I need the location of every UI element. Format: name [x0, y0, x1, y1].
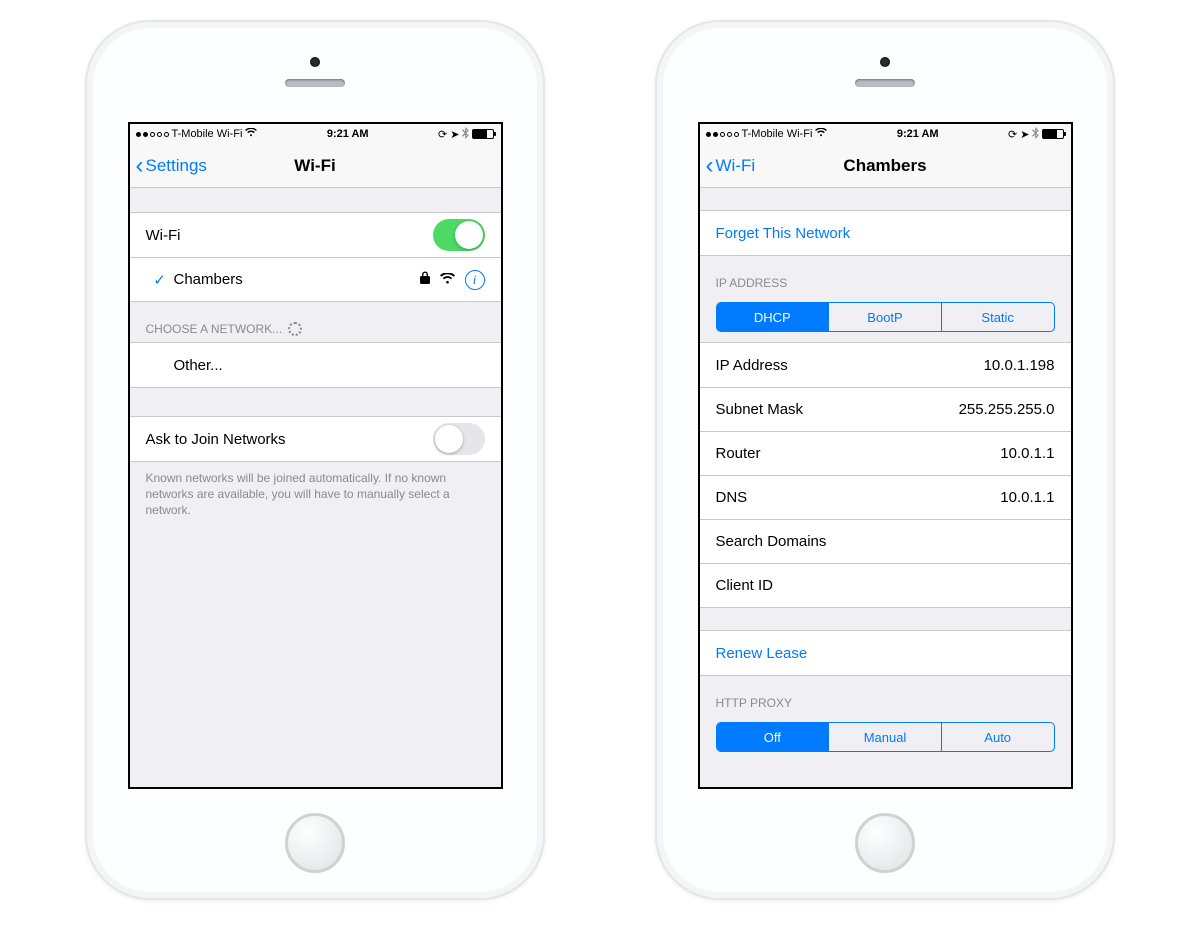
rotation-lock-icon: ⟳: [438, 128, 447, 141]
lock-icon: [420, 271, 430, 288]
router-label: Router: [716, 445, 1001, 462]
front-camera: [880, 57, 890, 67]
phone-top: [285, 22, 345, 122]
seg-proxy-auto[interactable]: Auto: [941, 723, 1054, 751]
forget-network-button[interactable]: Forget This Network: [700, 211, 1071, 255]
clock: 9:21 AM: [327, 128, 369, 140]
seg-static[interactable]: Static: [941, 303, 1054, 331]
other-network-row[interactable]: Other...: [130, 343, 501, 387]
location-icon: ➤: [450, 128, 459, 141]
bluetooth-icon: [462, 127, 469, 142]
status-bar: T-Mobile Wi-Fi 9:21 AM ⟳ ➤: [700, 124, 1071, 144]
other-label: Other...: [146, 357, 485, 374]
speaker: [285, 79, 345, 87]
signal-dots-icon: [136, 132, 169, 137]
wifi-icon: [815, 128, 827, 140]
wifi-group: Wi-Fi ✓ Chambers i: [130, 212, 501, 302]
subnet-mask-row[interactable]: Subnet Mask 255.255.255.0: [700, 387, 1071, 431]
forget-group: Forget This Network: [700, 210, 1071, 256]
status-right: ⟳ ➤: [1008, 127, 1064, 142]
ip-address-label: IP Address: [716, 357, 984, 374]
location-icon: ➤: [1020, 128, 1029, 141]
ip-mode-segmented[interactable]: DHCP BootP Static: [716, 302, 1055, 332]
dns-value: 10.0.1.1: [1000, 489, 1054, 506]
phone-right: T-Mobile Wi-Fi 9:21 AM ⟳ ➤ ‹ Wi-Fi Chamb…: [655, 20, 1115, 900]
ask-to-join-row[interactable]: Ask to Join Networks: [130, 417, 501, 461]
status-bar: T-Mobile Wi-Fi 9:21 AM ⟳ ➤: [130, 124, 501, 144]
forget-label: Forget This Network: [716, 225, 1055, 242]
connected-network-row[interactable]: ✓ Chambers i: [130, 257, 501, 301]
wifi-switch[interactable]: [433, 219, 485, 251]
status-right: ⟳ ➤: [438, 127, 494, 142]
seg-proxy-off[interactable]: Off: [717, 723, 829, 751]
back-button[interactable]: ‹ Settings: [130, 154, 207, 178]
wifi-toggle-row[interactable]: Wi-Fi: [130, 213, 501, 257]
speaker: [855, 79, 915, 87]
search-domains-row[interactable]: Search Domains: [700, 519, 1071, 563]
home-button[interactable]: [855, 813, 915, 873]
dns-row[interactable]: DNS 10.0.1.1: [700, 475, 1071, 519]
back-button[interactable]: ‹ Wi-Fi: [700, 154, 756, 178]
subnet-mask-value: 255.255.255.0: [959, 401, 1055, 418]
client-id-row[interactable]: Client ID: [700, 563, 1071, 607]
router-row[interactable]: Router 10.0.1.1: [700, 431, 1071, 475]
back-label: Wi-Fi: [716, 156, 756, 176]
renew-group: Renew Lease: [700, 630, 1071, 676]
ask-group: Ask to Join Networks: [130, 416, 501, 462]
ask-label: Ask to Join Networks: [146, 431, 433, 448]
info-icon[interactable]: i: [465, 270, 485, 290]
carrier-label: T-Mobile Wi-Fi: [742, 128, 813, 140]
search-domains-label: Search Domains: [716, 533, 1055, 550]
seg-bootp[interactable]: BootP: [828, 303, 941, 331]
renew-label: Renew Lease: [716, 645, 1055, 662]
screen-wifi-list: T-Mobile Wi-Fi 9:21 AM ⟳ ➤ ‹ Settings Wi…: [128, 122, 503, 789]
wifi-strength-icon: [440, 271, 455, 288]
dns-label: DNS: [716, 489, 1001, 506]
connected-network-label: Chambers: [174, 271, 420, 288]
phone-top: [855, 22, 915, 122]
ip-address-header: IP ADDRESS: [700, 256, 1071, 296]
ask-switch[interactable]: [433, 423, 485, 455]
chevron-left-icon: ‹: [136, 154, 144, 178]
content: Forget This Network IP ADDRESS DHCP Boot…: [700, 188, 1071, 787]
client-id-label: Client ID: [716, 577, 1055, 594]
phone-left: T-Mobile Wi-Fi 9:21 AM ⟳ ➤ ‹ Settings Wi…: [85, 20, 545, 900]
router-value: 10.0.1.1: [1000, 445, 1054, 462]
battery-icon: [472, 129, 494, 139]
ask-footer: Known networks will be joined automatica…: [130, 462, 501, 527]
wifi-label: Wi-Fi: [146, 227, 433, 244]
clock: 9:21 AM: [897, 128, 939, 140]
spinner-icon: [288, 322, 302, 336]
wifi-icon: [245, 128, 257, 140]
choose-network-header: CHOOSE A NETWORK...: [130, 302, 501, 342]
status-left: T-Mobile Wi-Fi: [136, 128, 258, 140]
screen-network-details: T-Mobile Wi-Fi 9:21 AM ⟳ ➤ ‹ Wi-Fi Chamb…: [698, 122, 1073, 789]
status-left: T-Mobile Wi-Fi: [706, 128, 828, 140]
seg-proxy-manual[interactable]: Manual: [828, 723, 941, 751]
proxy-mode-segmented[interactable]: Off Manual Auto: [716, 722, 1055, 752]
subnet-mask-label: Subnet Mask: [716, 401, 959, 418]
bluetooth-icon: [1032, 127, 1039, 142]
chevron-left-icon: ‹: [706, 154, 714, 178]
ip-address-value: 10.0.1.198: [984, 357, 1055, 374]
nav-bar: ‹ Wi-Fi Chambers: [700, 144, 1071, 188]
choose-network-group: Other...: [130, 342, 501, 388]
home-button[interactable]: [285, 813, 345, 873]
nav-bar: ‹ Settings Wi-Fi: [130, 144, 501, 188]
back-label: Settings: [146, 156, 207, 176]
seg-dhcp[interactable]: DHCP: [717, 303, 829, 331]
signal-dots-icon: [706, 132, 739, 137]
ip-address-row[interactable]: IP Address 10.0.1.198: [700, 343, 1071, 387]
content: Wi-Fi ✓ Chambers i: [130, 188, 501, 787]
http-proxy-header: HTTP PROXY: [700, 676, 1071, 716]
renew-lease-button[interactable]: Renew Lease: [700, 631, 1071, 675]
rotation-lock-icon: ⟳: [1008, 128, 1017, 141]
battery-icon: [1042, 129, 1064, 139]
ip-details-group: IP Address 10.0.1.198 Subnet Mask 255.25…: [700, 342, 1071, 608]
network-icons: i: [420, 270, 485, 290]
checkmark-icon: ✓: [146, 271, 174, 289]
front-camera: [310, 57, 320, 67]
carrier-label: T-Mobile Wi-Fi: [172, 128, 243, 140]
